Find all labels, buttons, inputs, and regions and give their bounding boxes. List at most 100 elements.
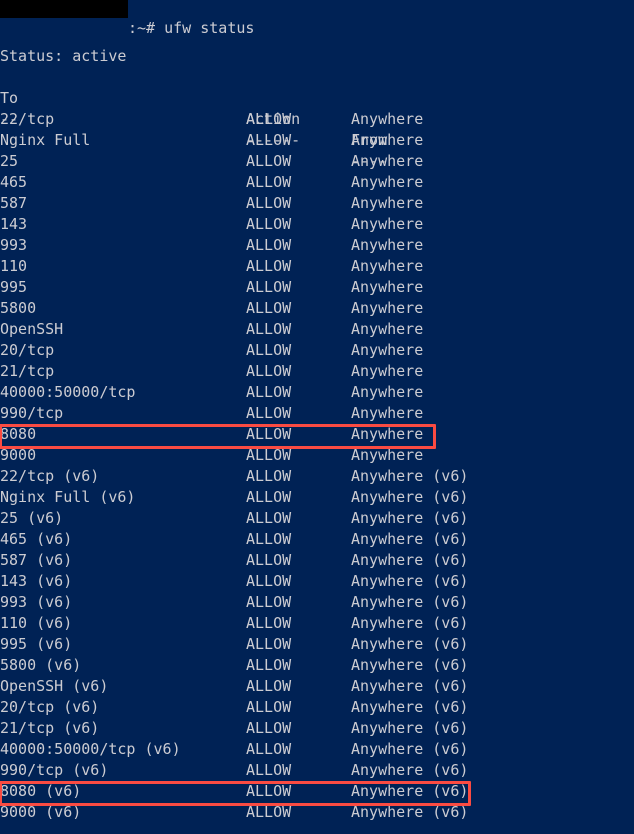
rule-from: Anywhere <box>351 173 424 191</box>
rule-from: Anywhere (v6) <box>351 467 469 485</box>
rule-action: ALLOW <box>246 446 292 464</box>
table-row: 25 ALLOW Anywhere <box>0 151 634 172</box>
table-row: Nginx Full (v6) ALLOW Anywhere (v6) <box>0 487 634 508</box>
rule-from: Anywhere (v6) <box>351 698 469 716</box>
rule-action: ALLOW <box>246 215 292 233</box>
rule-action: ALLOW <box>246 383 292 401</box>
table-row: 465 (v6) ALLOW Anywhere (v6) <box>0 529 634 550</box>
rule-from: Anywhere (v6) <box>351 572 469 590</box>
rule-to: 143 (v6) <box>0 572 73 590</box>
table-row: 587 (v6) ALLOW Anywhere (v6) <box>0 550 634 571</box>
rule-from: Anywhere <box>351 383 424 401</box>
table-row: 9000 (v6) ALLOW Anywhere (v6) <box>0 802 634 823</box>
rule-action: ALLOW <box>246 362 292 380</box>
rule-to: 22/tcp <box>0 110 55 128</box>
table-row: 5800 ALLOW Anywhere <box>0 298 634 319</box>
table-row: 20/tcp (v6) ALLOW Anywhere (v6) <box>0 697 634 718</box>
rule-from: Anywhere <box>351 446 424 464</box>
rule-to: 9000 (v6) <box>0 803 82 821</box>
status-line: Status: active <box>0 25 634 65</box>
rule-action: ALLOW <box>246 635 292 653</box>
table-row: 40000:50000/tcp (v6) ALLOW Anywhere (v6) <box>0 739 634 760</box>
rule-to: 8080 (v6) <box>0 782 82 800</box>
rule-to: 143 <box>0 215 28 233</box>
rule-action: ALLOW <box>246 782 292 800</box>
table-row: 995 (v6) ALLOW Anywhere (v6) <box>0 634 634 655</box>
rule-to: 995 <box>0 278 28 296</box>
table-row: 8080 (v6) ALLOW Anywhere (v6) <box>0 781 634 802</box>
rule-to: 40000:50000/tcp (v6) <box>0 740 181 758</box>
rule-from: Anywhere (v6) <box>351 593 469 611</box>
table-row: 993 (v6) ALLOW Anywhere (v6) <box>0 592 634 613</box>
rule-from: Anywhere <box>351 404 424 422</box>
rule-action: ALLOW <box>246 404 292 422</box>
rule-action: ALLOW <box>246 110 292 128</box>
table-row: 110 (v6) ALLOW Anywhere (v6) <box>0 613 634 634</box>
rule-from: Anywhere (v6) <box>351 677 469 695</box>
rule-to: 9000 <box>0 446 37 464</box>
rule-to: 40000:50000/tcp <box>0 383 136 401</box>
table-row: 587 ALLOW Anywhere <box>0 193 634 214</box>
rule-from: Anywhere <box>351 425 424 443</box>
rule-action: ALLOW <box>246 593 292 611</box>
table-row: 25 (v6) ALLOW Anywhere (v6) <box>0 508 634 529</box>
rule-action: ALLOW <box>246 320 292 338</box>
table-header-row: To Action From <box>0 67 634 149</box>
rule-from: Anywhere <box>351 152 424 170</box>
table-row: 40000:50000/tcp ALLOW Anywhere <box>0 382 634 403</box>
rule-action: ALLOW <box>246 341 292 359</box>
rule-action: ALLOW <box>246 761 292 779</box>
rule-from: Anywhere <box>351 215 424 233</box>
table-row: 143 ALLOW Anywhere <box>0 214 634 235</box>
rule-from: Anywhere <box>351 341 424 359</box>
rule-from: Anywhere <box>351 257 424 275</box>
table-row: 21/tcp (v6) ALLOW Anywhere (v6) <box>0 718 634 739</box>
rule-to: 993 <box>0 236 28 254</box>
rule-from: Anywhere (v6) <box>351 719 469 737</box>
rule-to: 21/tcp (v6) <box>0 719 100 737</box>
rule-to: 110 <box>0 257 28 275</box>
rule-action: ALLOW <box>246 173 292 191</box>
table-row: 993 ALLOW Anywhere <box>0 235 634 256</box>
rule-to: Nginx Full <box>0 131 91 149</box>
rule-from: Anywhere <box>351 110 424 128</box>
rule-action: ALLOW <box>246 467 292 485</box>
rule-action: ALLOW <box>246 719 292 737</box>
rule-action: ALLOW <box>246 803 292 821</box>
rule-from: Anywhere (v6) <box>351 614 469 632</box>
rule-action: ALLOW <box>246 425 292 443</box>
rule-action: ALLOW <box>246 194 292 212</box>
rule-action: ALLOW <box>246 614 292 632</box>
rule-action: ALLOW <box>246 152 292 170</box>
rule-from: Anywhere (v6) <box>351 761 469 779</box>
rule-action: ALLOW <box>246 551 292 569</box>
rule-to: 20/tcp (v6) <box>0 698 100 716</box>
table-row: 110 ALLOW Anywhere <box>0 256 634 277</box>
rule-to: 993 (v6) <box>0 593 73 611</box>
rule-to: 21/tcp <box>0 362 55 380</box>
rule-to: 465 <box>0 173 28 191</box>
rule-to: 22/tcp (v6) <box>0 467 100 485</box>
terminal-window[interactable]: :~# ufw status Status: active To Action … <box>0 0 634 834</box>
table-row: 465 ALLOW Anywhere <box>0 172 634 193</box>
table-row: 22/tcp (v6) ALLOW Anywhere (v6) <box>0 466 634 487</box>
rule-to: 25 (v6) <box>0 509 64 527</box>
rule-to: 587 (v6) <box>0 551 73 569</box>
table-row: 21/tcp ALLOW Anywhere <box>0 361 634 382</box>
table-row: OpenSSH ALLOW Anywhere <box>0 319 634 340</box>
rule-from: Anywhere <box>351 278 424 296</box>
rule-action: ALLOW <box>246 656 292 674</box>
rule-from: Anywhere (v6) <box>351 803 469 821</box>
rule-from: Anywhere (v6) <box>351 740 469 758</box>
rule-action: ALLOW <box>246 698 292 716</box>
table-header-rule-row: -- ------ ---- <box>0 88 634 170</box>
rule-from: Anywhere (v6) <box>351 488 469 506</box>
table-row: 995 ALLOW Anywhere <box>0 277 634 298</box>
rule-to: 5800 (v6) <box>0 656 82 674</box>
rule-to: 995 (v6) <box>0 635 73 653</box>
table-row: OpenSSH (v6) ALLOW Anywhere (v6) <box>0 676 634 697</box>
rule-from: Anywhere <box>351 194 424 212</box>
rule-to: 20/tcp <box>0 341 55 359</box>
rule-from: Anywhere (v6) <box>351 656 469 674</box>
